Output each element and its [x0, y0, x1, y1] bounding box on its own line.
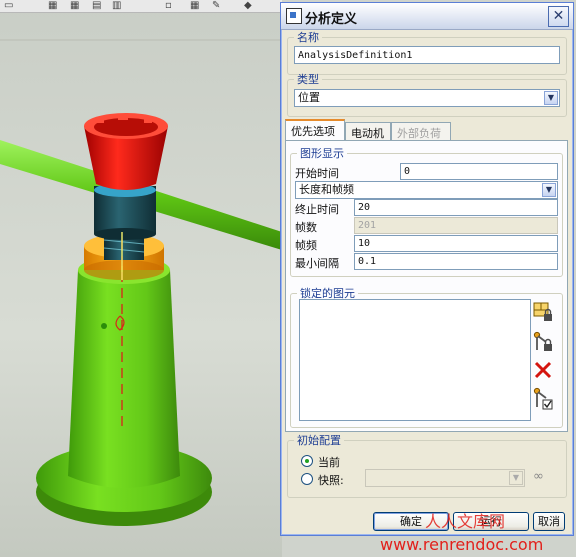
chevron-down-icon[interactable]: ▼ [544, 91, 558, 105]
dialog-title: 分析定义 [305, 12, 358, 27]
start-time-input[interactable] [400, 163, 558, 180]
model-viewport[interactable]: ▭ ▦ ▦ ▤ ▥ ▫ ▦ ✎ ◆ [0, 0, 282, 557]
delete-icon[interactable] [532, 359, 556, 381]
chevron-down-icon[interactable]: ▼ [542, 183, 556, 197]
tab-preferences[interactable]: 优先选项 [285, 119, 345, 141]
current-radio[interactable] [301, 455, 313, 467]
snapshot-radio-label: 快照: [318, 474, 344, 487]
lock-component-icon[interactable] [532, 301, 556, 323]
frame-rate-input[interactable] [354, 235, 558, 252]
analysis-name-input[interactable] [294, 46, 560, 64]
start-time-label: 开始时间 [295, 167, 339, 180]
pillar-body [68, 270, 180, 488]
tab-motors[interactable]: 电动机 [345, 122, 391, 140]
mechanism-model [0, 39, 282, 526]
watermark-brand: 人人文库网 [425, 512, 506, 531]
frames-input [354, 217, 558, 234]
min-interval-input[interactable] [354, 253, 558, 270]
end-time-input[interactable] [354, 199, 558, 216]
name-group-label: 名称 [297, 31, 319, 44]
current-radio-label: 当前 [318, 456, 340, 469]
close-button[interactable]: ✕ [548, 6, 569, 27]
watermark-site: www.renrendoc.com [380, 535, 544, 554]
type-group-label: 类型 [297, 73, 319, 86]
dialog-app-icon [286, 8, 302, 24]
display-mode-value: 长度和帧频 [299, 183, 354, 196]
snapshot-select: ▼ [365, 469, 525, 487]
frames-label: 帧数 [295, 221, 317, 234]
min-interval-label: 最小间隔 [295, 257, 339, 270]
initial-config-label: 初始配置 [297, 434, 341, 447]
glasses-icon[interactable]: ∞ [533, 469, 544, 484]
graph-display-label: 图形显示 [300, 147, 344, 160]
cancel-button[interactable]: 取消 [533, 512, 565, 531]
frame-rate-label: 帧频 [295, 239, 317, 252]
analysis-type-select[interactable]: 位置 ▼ [294, 89, 560, 107]
chevron-down-icon: ▼ [509, 471, 523, 485]
tab-external-loads: 外部负荷 [391, 122, 451, 140]
reference-point [101, 323, 107, 329]
locked-entities-list[interactable] [299, 299, 531, 421]
display-mode-select[interactable]: 长度和帧频 ▼ [295, 181, 558, 199]
analysis-definition-dialog: 分析定义 ✕ 名称 类型 位置 ▼ 优先选项 电动机 外部负荷 图形显示 开始时… [280, 2, 574, 536]
lock-connection-icon[interactable] [532, 387, 556, 410]
lock-body-icon[interactable] [532, 331, 556, 353]
analysis-type-value: 位置 [298, 91, 320, 104]
end-time-label: 终止时间 [295, 203, 339, 216]
dialog-titlebar[interactable]: 分析定义 ✕ [281, 3, 573, 30]
snapshot-radio[interactable] [301, 473, 313, 485]
